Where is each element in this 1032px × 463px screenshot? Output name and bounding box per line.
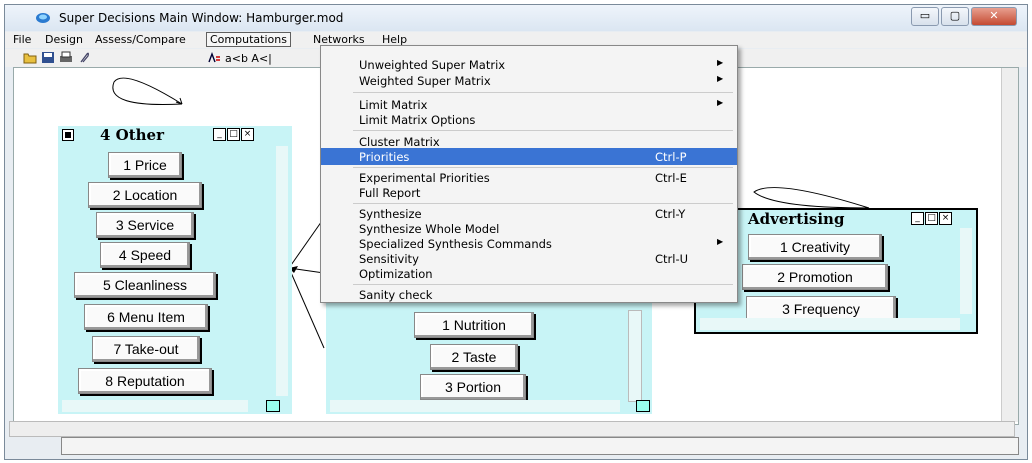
cluster-close-icon[interactable]: × [939, 212, 952, 225]
window-title: Super Decisions Main Window: Hamburger.m… [59, 11, 344, 25]
menu-separator [353, 130, 733, 131]
node-promotion[interactable]: 2 Promotion [742, 264, 888, 290]
node-location[interactable]: 2 Location [88, 182, 202, 208]
menu-item-limit-matrix-options[interactable]: Limit Matrix Options [321, 111, 737, 128]
cluster-advertising-vscroll[interactable] [960, 228, 972, 314]
cluster-minimize-icon[interactable]: _ [213, 128, 226, 141]
menu-design[interactable]: Design [45, 33, 83, 46]
cluster-advertising-title: Advertising [748, 210, 845, 228]
cluster-advertising-hscroll[interactable] [700, 318, 960, 330]
cluster-food-resize-handle[interactable] [636, 400, 650, 412]
cluster-minimize-icon[interactable]: _ [911, 212, 924, 225]
cluster-advertising-controls: _ □ × [910, 212, 952, 225]
canvas-vscroll[interactable] [1001, 68, 1018, 422]
node-price[interactable]: 1 Price [108, 152, 182, 178]
submenu-arrow-icon: ▶ [717, 58, 724, 67]
cluster-food-hscroll[interactable] [330, 400, 620, 412]
minimize-icon[interactable]: ▭ [911, 7, 939, 26]
node-taste[interactable]: 2 Taste [430, 344, 518, 370]
menu-item-full-report[interactable]: Full Report [321, 184, 737, 201]
node-menu-item[interactable]: 6 Menu Item [84, 304, 208, 330]
cluster-other-title: 4 Other [100, 126, 165, 144]
menu-item-weighted-super-matrix[interactable]: Weighted Super Matrix ▶ [321, 72, 737, 89]
menu-file[interactable]: File [13, 33, 31, 46]
menu-item-priorities[interactable]: Priorities Ctrl-P [321, 148, 737, 165]
cluster-maximize-icon[interactable]: □ [227, 128, 240, 141]
cluster-other-controls: _ □ × [212, 128, 254, 141]
maximize-icon[interactable]: ▢ [941, 7, 969, 26]
cluster-resize-handle[interactable] [266, 400, 280, 412]
print-icon[interactable] [59, 51, 73, 64]
menu-item-optimization[interactable]: Optimization [321, 265, 737, 282]
menu-assess-compare[interactable]: Assess/Compare [95, 33, 186, 46]
node-cleanliness[interactable]: 5 Cleanliness [74, 272, 216, 298]
node-creativity[interactable]: 1 Creativity [748, 234, 882, 260]
computations-menu: Unweighted Super Matrix ▶ Weighted Super … [320, 45, 738, 303]
menu-item-unweighted-super-matrix[interactable]: Unweighted Super Matrix ▶ [321, 56, 737, 73]
app-icon [36, 13, 50, 23]
menu-computations[interactable]: Computations [206, 32, 291, 47]
node-portion[interactable]: 3 Portion [420, 374, 526, 400]
cluster-food-vscroll[interactable] [628, 310, 642, 402]
menu-separator [353, 167, 733, 168]
canvas-hscroll[interactable] [9, 421, 1015, 437]
node-nutrition[interactable]: 1 Nutrition [414, 312, 534, 338]
node-service[interactable]: 3 Service [96, 212, 194, 238]
toolbar-text: a<b A<| [225, 52, 272, 65]
close-icon[interactable]: ✕ [971, 7, 1017, 26]
cluster-close-icon[interactable]: × [241, 128, 254, 141]
status-bar [61, 437, 1019, 455]
node-take-out[interactable]: 7 Take-out [92, 336, 200, 362]
cluster-other-header[interactable]: 4 Other _ □ × [58, 126, 292, 144]
node-speed[interactable]: 4 Speed [100, 242, 190, 268]
menu-separator [353, 203, 733, 204]
paperclip-icon[interactable] [77, 51, 91, 64]
cluster-maximize-icon[interactable]: □ [925, 212, 938, 225]
submenu-arrow-icon: ▶ [717, 237, 724, 246]
submenu-arrow-icon: ▶ [717, 74, 724, 83]
menu-item-sanity-check[interactable]: Sanity check [321, 286, 737, 303]
menu-separator [353, 284, 733, 285]
cluster-other-hscroll[interactable] [62, 400, 248, 412]
node-reputation[interactable]: 8 Reputation [78, 368, 212, 394]
open-folder-icon[interactable] [23, 51, 37, 64]
save-icon[interactable] [41, 51, 55, 64]
menu-separator [353, 92, 733, 93]
cluster-other[interactable]: 4 Other _ □ × 1 Price 2 Location 3 Servi… [58, 126, 292, 414]
title-bar[interactable]: Super Decisions Main Window: Hamburger.m… [5, 5, 1027, 31]
submenu-arrow-icon: ▶ [717, 98, 724, 107]
cluster-other-vscroll[interactable] [276, 146, 288, 396]
cluster-menu-icon[interactable] [62, 129, 74, 141]
sort-icon[interactable] [207, 51, 221, 64]
